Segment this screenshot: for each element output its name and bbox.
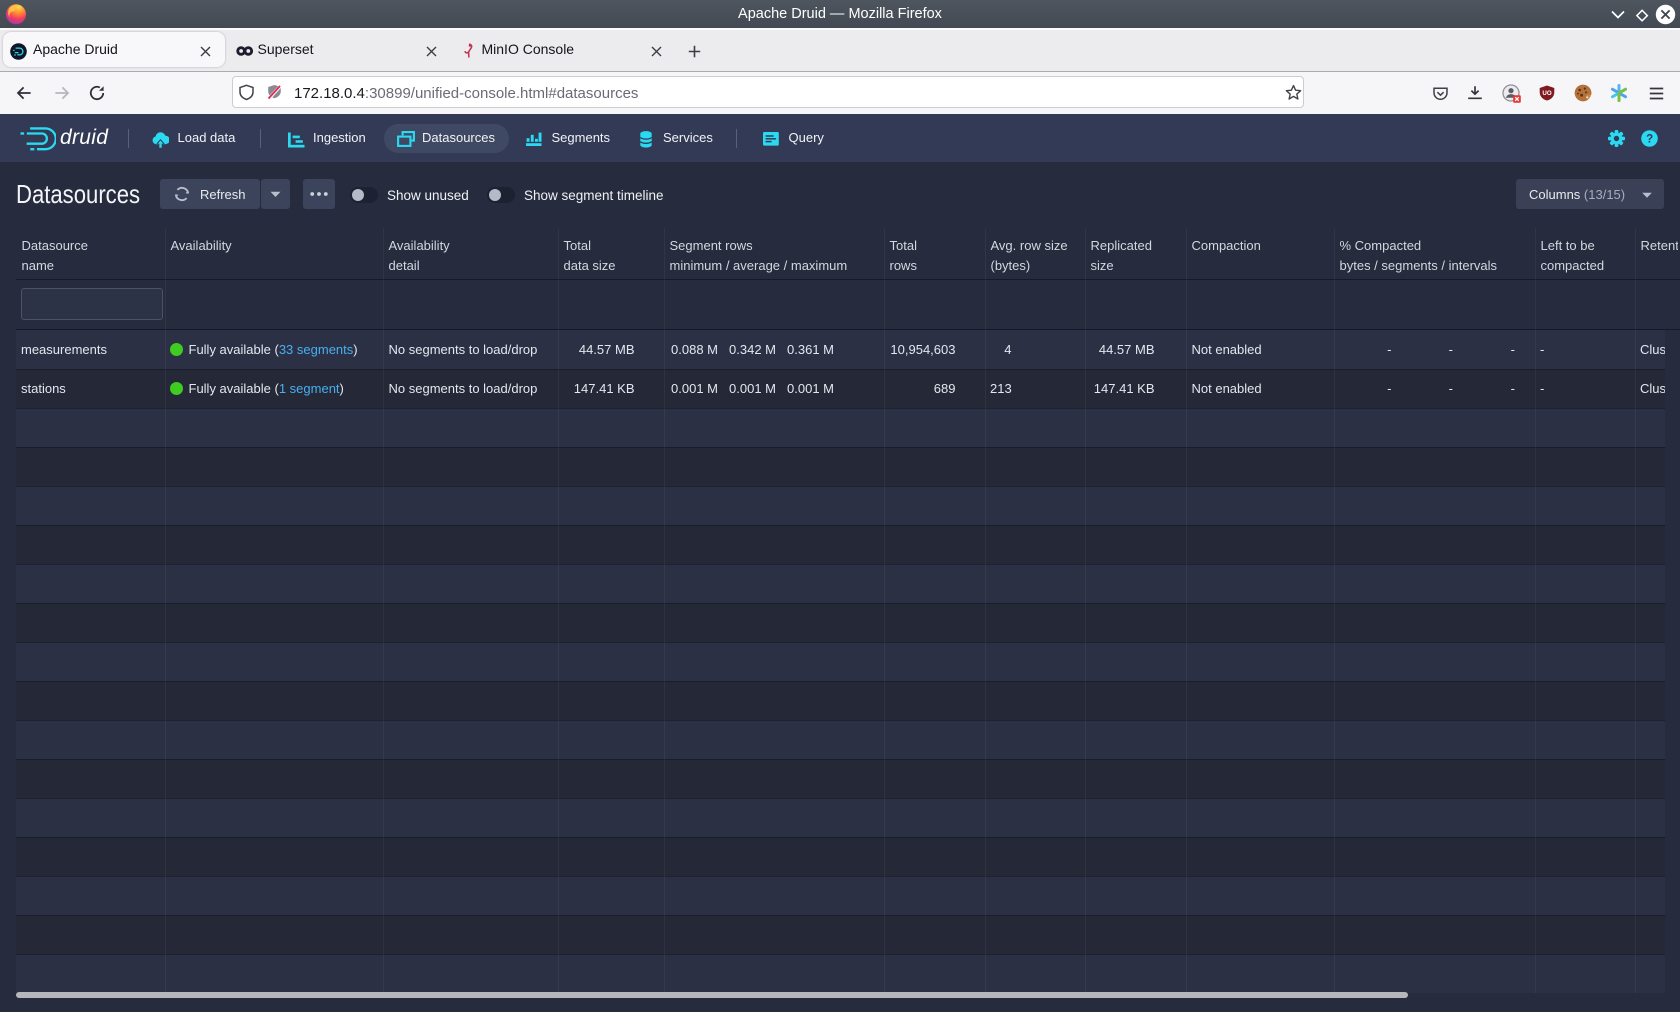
svg-text:?: ? <box>1646 134 1653 146</box>
svg-text:UO: UO <box>1542 90 1551 97</box>
